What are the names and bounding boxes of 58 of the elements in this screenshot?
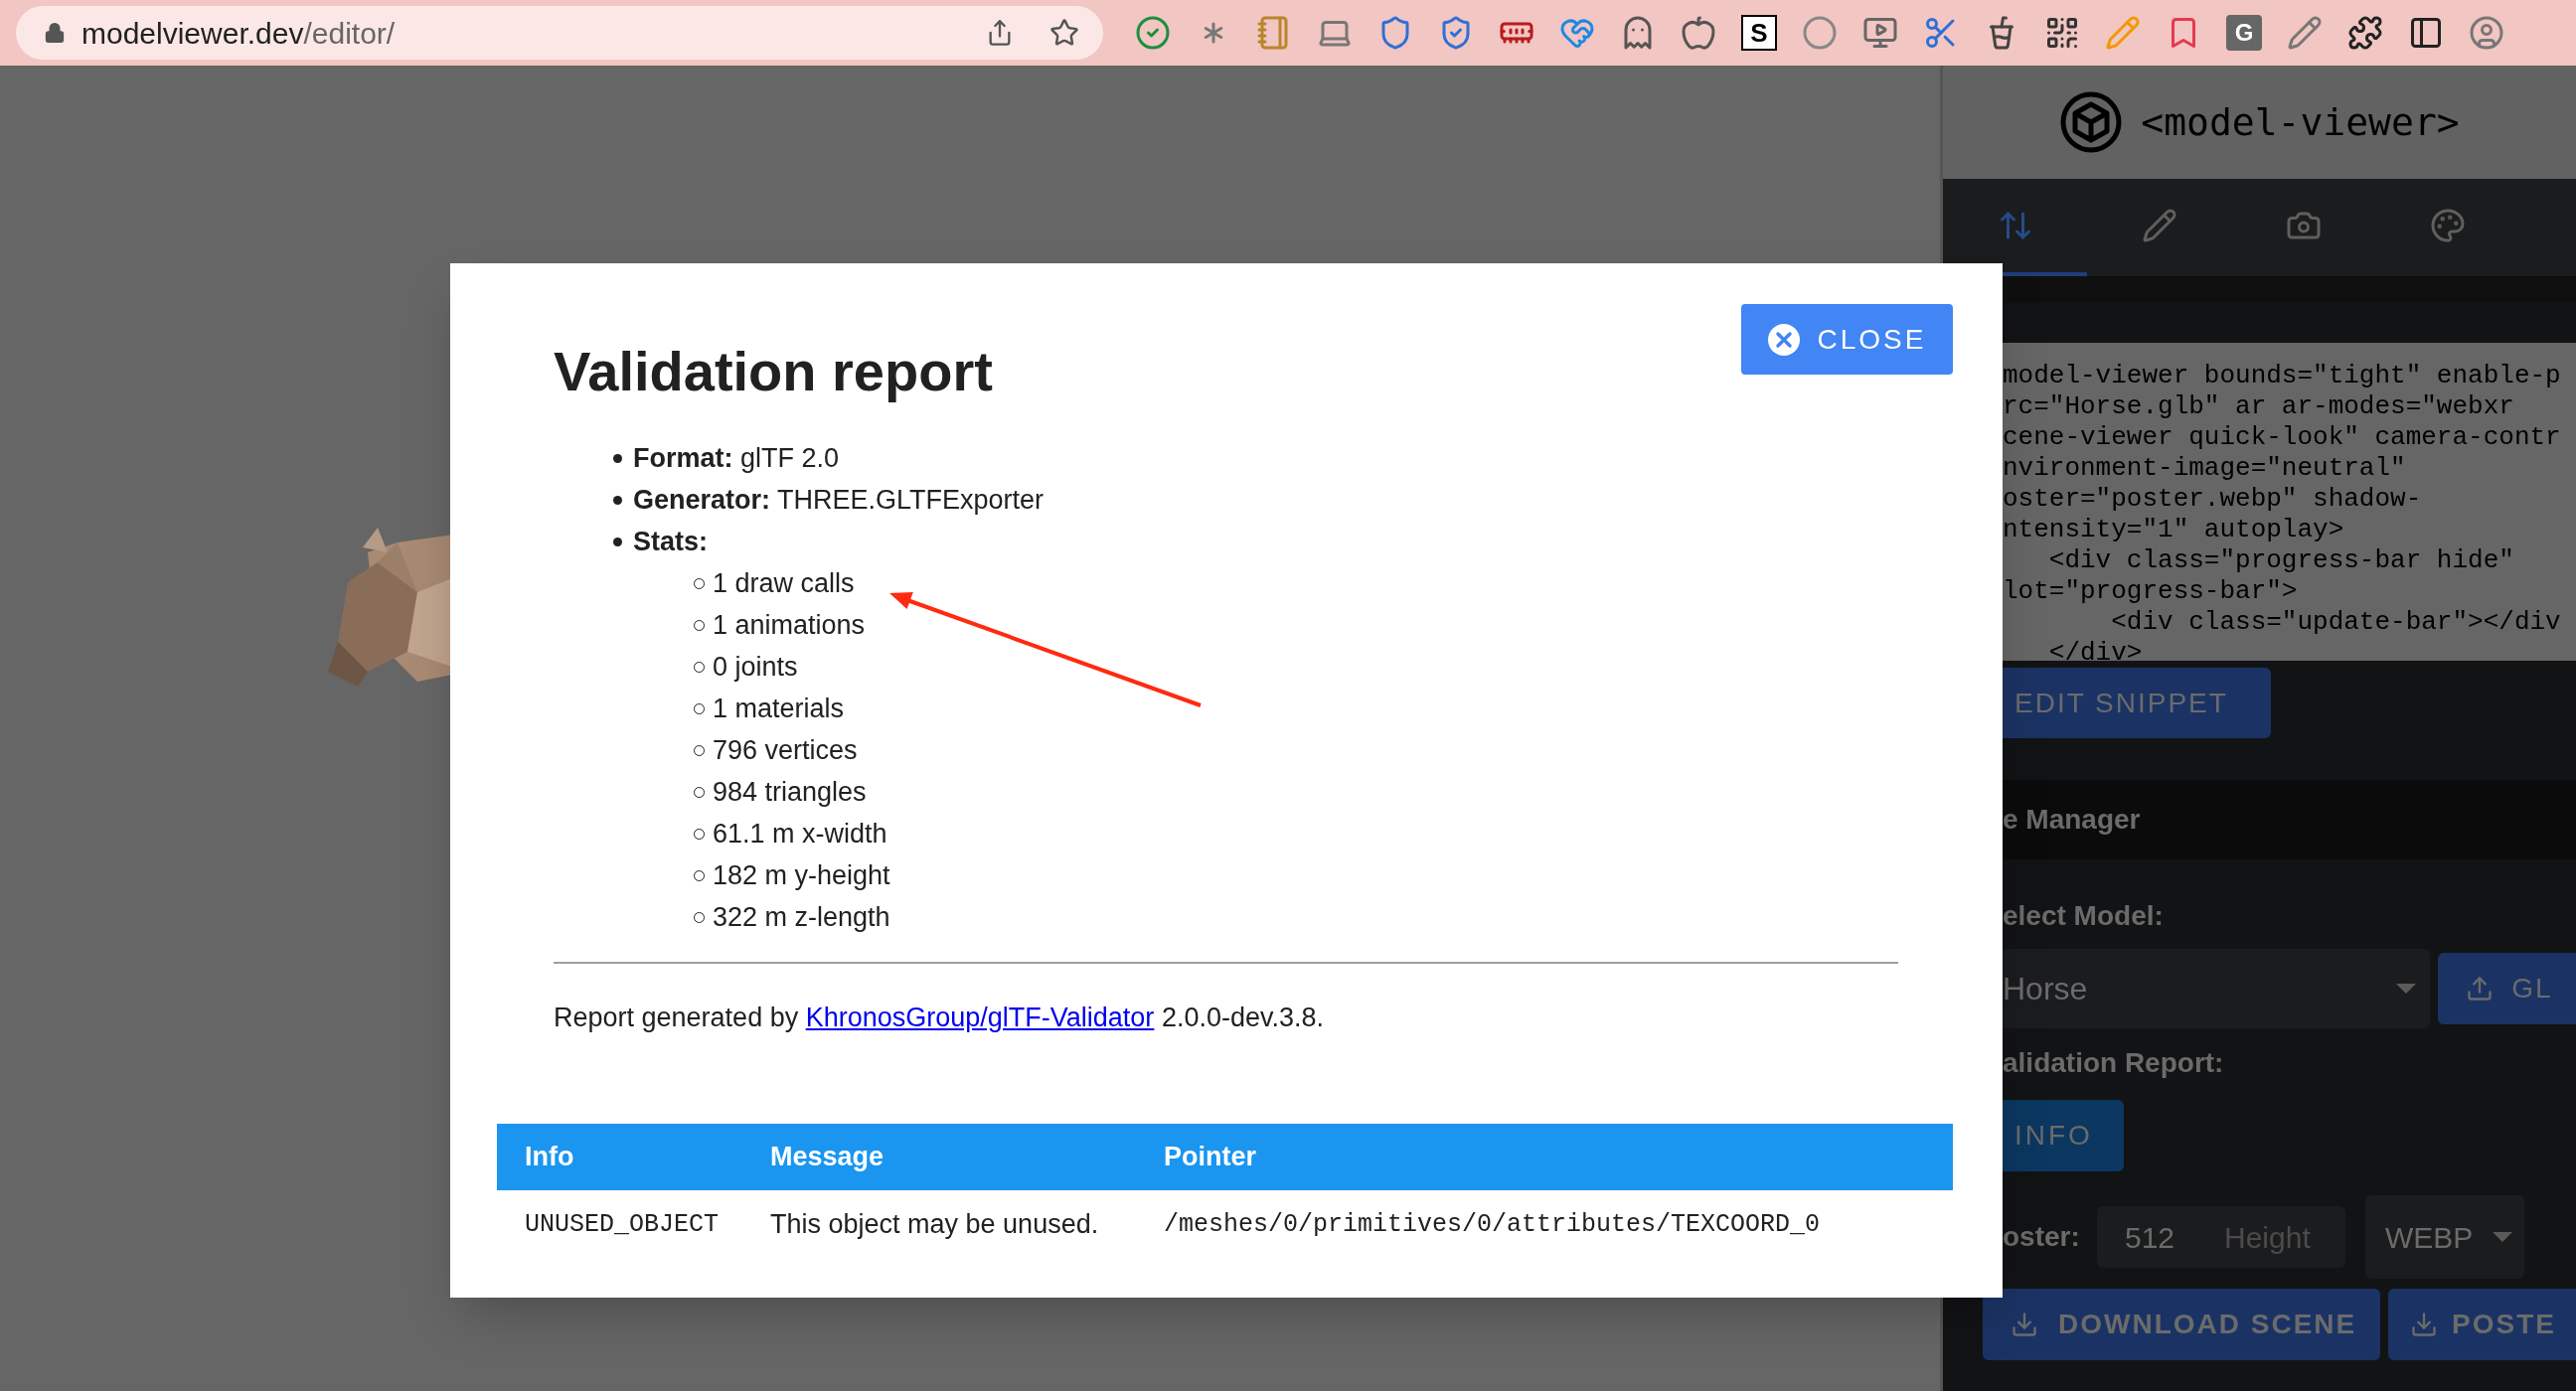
code-snippet: model-viewer bounds="tight" enable-p rc="Horse.glb" ar ar-modes="webxr cene-viewer quick-look" camera-contr nvironment-image="neutral" oster="poster.webp" shadow- ntensity="1" autoplay> <div class="progress-bar hide" lot="progress-bar"> <div class="update-bar"></div </div> (2003, 343, 2576, 661)
stat-item: 796 vertices (713, 733, 858, 767)
validator-link[interactable]: KhronosGroup/glTF-Validator (805, 1003, 1155, 1032)
close-icon (1767, 323, 1800, 356)
column-header: Pointer (1164, 1140, 1257, 1173)
avatar-icon[interactable] (2469, 15, 2504, 51)
puzzle-icon[interactable] (2347, 15, 2383, 51)
dropdown-caret-icon (2396, 984, 2417, 994)
address-bar[interactable]: modelviewer.dev/editor/ (16, 6, 1103, 60)
column-header: Message (770, 1140, 886, 1173)
stat-item: 0 joints (713, 650, 798, 684)
validation-report-label: alidation Report: (2003, 1046, 2225, 1080)
app-title: <model-viewer> (2141, 98, 2460, 146)
dropdown-caret-icon (2493, 1232, 2513, 1242)
bookmark-star-icon[interactable] (1049, 18, 1079, 48)
upload-icon (2466, 975, 2495, 1003)
fruit-icon[interactable] (1681, 15, 1716, 51)
stat-item: 61.1 m x-width (713, 817, 887, 850)
palette-icon (2429, 208, 2466, 243)
summary-item: Stats: (633, 525, 708, 558)
lock-icon (44, 22, 66, 44)
stat-item: 182 m y-height (713, 858, 890, 892)
stat-item: 1 draw calls (713, 566, 855, 600)
pencil-icon (2141, 208, 2177, 243)
table-cell-text: UNUSED_OBJECT (524, 1208, 721, 1241)
pencil-icon[interactable] (2287, 15, 2323, 51)
cube-logo-icon (2059, 90, 2124, 154)
upload-button[interactable]: GL (2438, 953, 2576, 1024)
table-cell-text: This object may be unused. (770, 1208, 1100, 1242)
url-text: modelviewer.dev/editor/ (81, 15, 396, 52)
download-poster-button[interactable]: POSTE (2388, 1289, 2576, 1360)
close-button[interactable]: CLOSE (1741, 304, 1953, 375)
stat-item: 984 triangles (713, 775, 867, 809)
section-title: e Manager (2003, 803, 2141, 837)
select-model-label: elect Model: (2003, 899, 2165, 933)
stat-item: 1 animations (713, 608, 866, 642)
stat-item: 1 materials (713, 692, 845, 725)
extension-button[interactable]: G (2226, 15, 2262, 51)
width-field[interactable]: 512 (2125, 1214, 2204, 1260)
table-cell-text: /meshes/0/primitives/0/attributes/TEXCOORD_0 (1164, 1208, 1822, 1241)
check-circle-icon[interactable] (1135, 15, 1171, 51)
column-header: Info (524, 1140, 575, 1173)
sidebar-icon[interactable] (2408, 15, 2444, 51)
qr-code-icon[interactable] (2044, 15, 2080, 51)
bullet-icon (613, 453, 622, 463)
bullet-icon (613, 537, 622, 546)
extension-button[interactable]: S (1741, 15, 1777, 51)
bullet-icon (613, 495, 622, 505)
summary-item: Generator: THREE.GLTFExporter (633, 483, 1045, 517)
format-select[interactable]: WEBP (2365, 1195, 2524, 1279)
download-icon (2011, 1311, 2038, 1338)
download-scene-button[interactable]: DOWNLOAD SCENE (1983, 1289, 2380, 1360)
summary-item: Format: glTF 2.0 (633, 441, 840, 475)
stat-item: 322 m z-length (713, 900, 890, 934)
poster-label: oster: (2003, 1220, 2081, 1254)
download-icon (2410, 1311, 2438, 1338)
report-credit: Report generated by KhronosGroup/glTF-Validator 2.0.0-dev.3.8. (554, 1002, 1325, 1034)
monitor-icon[interactable] (1862, 15, 1898, 51)
